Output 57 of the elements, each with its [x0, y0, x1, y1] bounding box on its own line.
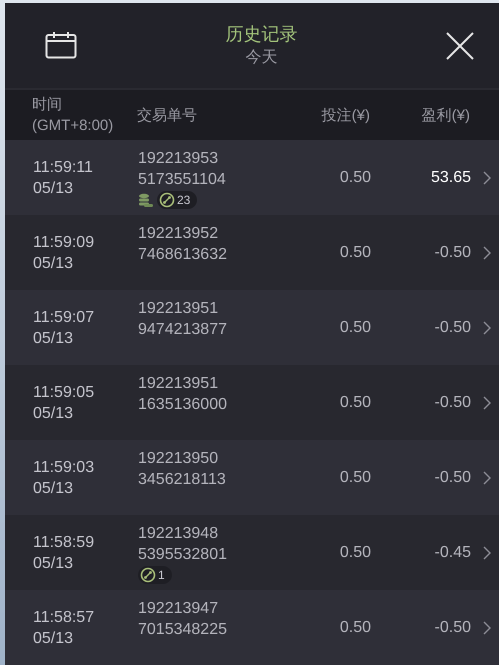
profit-amount: -0.50	[434, 243, 471, 263]
order-number: 192213952	[138, 224, 218, 244]
date-text: 05/13	[33, 328, 74, 348]
profit-amount: -0.50	[434, 393, 471, 413]
date-text: 05/13	[33, 254, 74, 274]
time-text: 11:59:03	[33, 458, 96, 478]
history-row[interactable]: 11:59:03 05/13 192213950 3456218113 0.50 -0.50	[5, 440, 499, 515]
order-number: 192213950	[138, 449, 218, 469]
history-row[interactable]: 11:59:11 05/13 192213953 5173551104 23 0.50 53.65	[5, 140, 499, 215]
profit-amount: -0.50	[434, 618, 471, 638]
time-text: 11:59:05	[33, 382, 96, 402]
order-number: 192213951	[138, 299, 218, 319]
history-row[interactable]: 11:58:57 05/13 192213947 7015348225 0.50 -0.50	[5, 590, 499, 665]
bet-amount: 0.50	[338, 243, 371, 263]
date-text: 05/13	[33, 628, 74, 648]
order-number: 5395532801	[138, 545, 227, 565]
date-text: 05/13	[33, 404, 74, 424]
column-header: 交易单号	[137, 106, 198, 126]
order-number: 9474213877	[138, 320, 227, 340]
order-number: 192213947	[138, 599, 218, 619]
order-number: 1635136000	[138, 395, 227, 415]
profit-amount: -0.50	[434, 468, 471, 488]
order-number: 192213953	[138, 149, 218, 169]
time-text: 11:58:59	[33, 532, 96, 552]
combo-count: 1	[158, 567, 165, 583]
column-header: 时间 (GMT+8:00)	[31, 95, 114, 136]
time-text: 11:58:57	[33, 608, 96, 628]
order-number: 7015348225	[138, 620, 227, 640]
time-text: 11:59:07	[33, 308, 96, 328]
bet-amount: 0.50	[338, 168, 371, 188]
bet-amount: 0.50	[338, 543, 371, 563]
date-text: 05/13	[33, 178, 74, 198]
order-number: 192213951	[138, 374, 218, 394]
time-text: 11:59:09	[33, 232, 96, 252]
panel-title: 历史记录	[226, 22, 298, 44]
order-number: 3456218113	[138, 470, 226, 490]
history-row[interactable]: 11:59:07 05/13 192213951 9474213877 0.50 -0.50	[5, 290, 499, 365]
history-row[interactable]: 11:59:05 05/13 192213951 1635136000 0.50 -0.50	[5, 365, 499, 440]
date-text: 05/13	[33, 554, 74, 574]
bet-amount: 0.50	[338, 393, 371, 413]
order-number: 192213948	[138, 524, 218, 544]
bet-amount: 0.50	[338, 318, 371, 338]
date-text: 05/13	[33, 478, 74, 498]
bet-amount: 0.50	[338, 468, 371, 488]
profit-amount: -0.45	[434, 543, 471, 563]
column-header: 盈利(¥)	[420, 106, 470, 126]
order-number: 7468613632	[138, 245, 227, 265]
history-row[interactable]: 11:59:09 05/13 192213952 7468613632 0.50 -0.50	[5, 215, 499, 290]
bet-amount: 0.50	[338, 618, 371, 638]
history-row[interactable]: 11:58:59 05/13 192213948 5395532801 1 0.50 -0.45	[5, 515, 499, 590]
combo-count: 23	[177, 192, 190, 208]
order-number: 5173551104	[138, 170, 226, 190]
date-filter[interactable]: 今天	[246, 46, 278, 68]
profit-amount: -0.50	[434, 318, 471, 338]
profit-amount: 53.65	[430, 168, 471, 188]
time-text: 11:59:11	[33, 158, 94, 178]
column-header: 投注(¥)	[320, 106, 370, 126]
